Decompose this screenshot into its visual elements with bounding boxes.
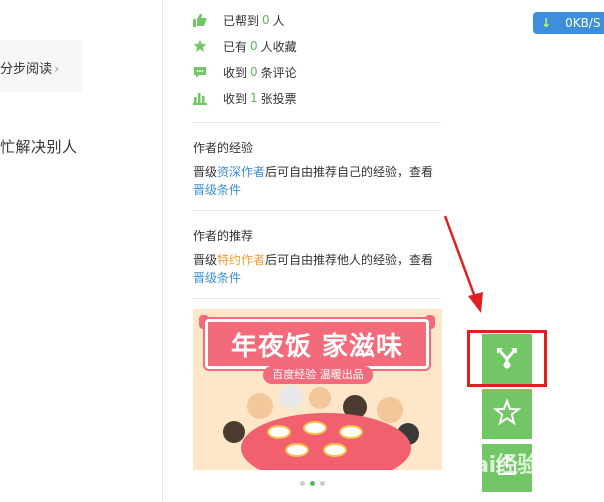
person-illustration <box>247 393 273 419</box>
promo-banner[interactable]: 年夜饭 家滋味 百度经验 温暖出品 <box>193 309 442 470</box>
person-illustration <box>223 421 245 443</box>
stat-helped-value: 0 <box>262 13 270 27</box>
stat-favorites: 已有 0 人收藏 <box>193 36 297 56</box>
person-illustration <box>309 387 331 409</box>
stat-votes: 收到 1 张投票 <box>193 88 297 108</box>
author-experience-title: 作者的经验 <box>193 141 254 155</box>
download-speed-text: 0KB/S <box>565 16 601 30</box>
section-divider <box>193 122 441 123</box>
favorite-button[interactable] <box>482 389 532 439</box>
sidebar-fragment-text: 忙解决别人 <box>0 138 78 156</box>
thumbs-up-icon <box>193 13 207 27</box>
banner-title: 年夜饭 家滋味 <box>230 331 404 362</box>
bar-chart-icon <box>193 91 207 105</box>
carousel-dot[interactable] <box>300 481 305 486</box>
stat-favorites-value: 0 <box>250 39 258 53</box>
dish-illustration <box>339 425 363 439</box>
carousel-dots <box>300 481 325 486</box>
download-arrow-icon: ↓ <box>541 16 552 30</box>
stat-comments-value: 0 <box>250 65 258 79</box>
stat-helped: 已帮到 0 人 <box>193 10 285 30</box>
promotion-conditions-link[interactable]: 晋级条件 <box>193 271 241 285</box>
chevron-right-icon: › <box>54 62 60 77</box>
special-author-highlight: 特约作者 <box>217 253 266 267</box>
carousel-dot[interactable] <box>320 481 325 486</box>
promotion-conditions-link[interactable]: 晋级条件 <box>193 183 241 197</box>
stat-comments: 收到 0 条评论 <box>193 62 297 82</box>
left-column: 分步阅读 › 忙解决别人 <box>0 0 162 502</box>
dish-illustration <box>267 425 291 439</box>
banner-subtitle: 百度经验 温暖出品 <box>263 366 373 384</box>
step-read-link[interactable]: 分步阅读 › <box>0 40 82 92</box>
star-outline-icon <box>492 398 522 430</box>
dish-illustration <box>303 421 327 435</box>
section-divider <box>193 298 441 299</box>
author-recommend-title: 作者的推荐 <box>193 229 254 243</box>
carousel-dot-active[interactable] <box>310 481 315 486</box>
dish-illustration <box>323 443 347 457</box>
person-illustration <box>279 385 303 409</box>
step-read-label: 分步阅读 <box>0 62 53 77</box>
highlight-box-annotation <box>467 330 547 387</box>
author-recommend-text: 晋级特约作者后可自由推荐他人的经验，查看 晋级条件 <box>193 253 434 285</box>
author-experience-text: 晋级资深作者后可自由推荐自己的经验，查看 晋级条件 <box>193 165 434 197</box>
banner-title-sign: 年夜饭 家滋味 <box>205 319 429 369</box>
comment-icon <box>193 65 207 79</box>
star-icon <box>193 39 207 53</box>
senior-author-highlight: 资深作者 <box>217 165 266 179</box>
dish-illustration <box>285 443 309 457</box>
baidu-watermark: Bai经验 <box>458 453 539 478</box>
author-panel: 已帮到 0 人 已有 0 人收藏 收到 0 条评论 收到 1 张投票 作者的经验 晋级资深作者后… <box>163 0 470 502</box>
section-divider <box>193 210 441 211</box>
person-illustration <box>377 397 403 423</box>
download-speed-widget[interactable]: ↓ 0KB/S <box>533 12 604 34</box>
stat-votes-value: 1 <box>250 91 258 105</box>
